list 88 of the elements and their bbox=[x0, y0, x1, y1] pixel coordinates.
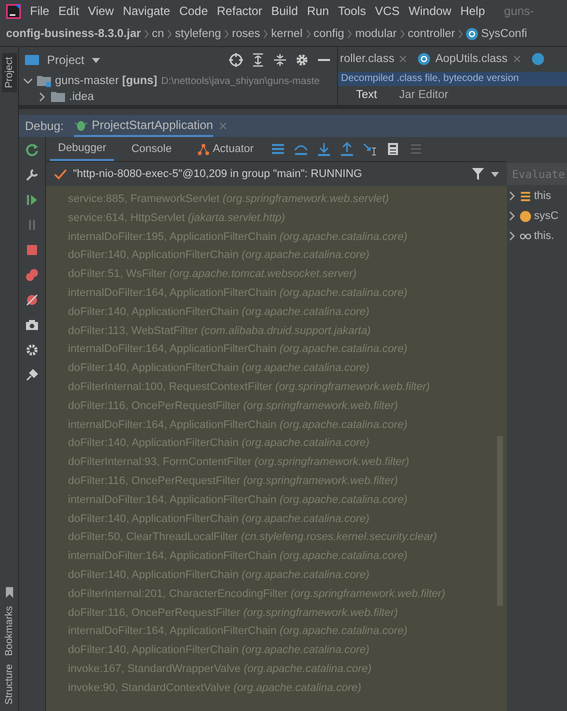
debugger-tab[interactable]: Debugger bbox=[50, 137, 114, 161]
debugger-tab[interactable]: Actuator bbox=[188, 137, 262, 161]
app-logo-icon bbox=[6, 4, 21, 18]
dropdown-icon[interactable] bbox=[491, 172, 499, 176]
class-icon bbox=[532, 53, 544, 66]
breadcrumb-item[interactable]: kernel bbox=[271, 28, 302, 40]
menu-item[interactable]: VCS bbox=[374, 4, 400, 18]
side-tab[interactable]: Bookmarks bbox=[4, 606, 14, 656]
tree-item[interactable]: .idea bbox=[69, 91, 94, 103]
chevron-icon[interactable] bbox=[23, 78, 33, 84]
rerun-icon[interactable] bbox=[25, 143, 39, 157]
thread-selector[interactable]: "http-nio-8080-exec-5"@10,209 in group "main": RUNNING bbox=[73, 168, 362, 180]
menu-item[interactable]: Code bbox=[179, 4, 208, 18]
breadcrumb-item[interactable]: modular bbox=[355, 28, 397, 40]
variable-name[interactable]: this. bbox=[534, 230, 554, 242]
close-icon[interactable] bbox=[399, 55, 408, 64]
chevron-icon bbox=[347, 29, 352, 39]
breadcrumb-item[interactable]: config-business-8.3.0.jar bbox=[6, 28, 141, 40]
menu-item[interactable]: Run bbox=[306, 4, 329, 18]
chevron-icon bbox=[144, 29, 149, 39]
step-into-icon[interactable] bbox=[316, 142, 331, 156]
bookmark-icon bbox=[4, 587, 14, 598]
menu-item[interactable]: Refactor bbox=[216, 4, 262, 18]
chevron-icon bbox=[167, 29, 172, 39]
chevron-icon[interactable] bbox=[39, 92, 45, 102]
window-title: guns- bbox=[504, 4, 534, 18]
breakpoints-icon[interactable] bbox=[25, 268, 39, 282]
menu-item[interactable]: Build bbox=[271, 4, 298, 18]
resume-icon[interactable] bbox=[25, 193, 39, 207]
menu-item[interactable]: Window bbox=[408, 4, 452, 18]
menu-item[interactable]: File bbox=[30, 4, 50, 18]
breadcrumb-item[interactable]: roses bbox=[232, 28, 260, 40]
collapse-all-icon[interactable] bbox=[273, 53, 287, 67]
filter-icon[interactable] bbox=[471, 167, 485, 181]
run-config-tab[interactable]: ProjectStartApplication bbox=[74, 115, 214, 137]
chevron-icon bbox=[306, 29, 310, 39]
editor-tab[interactable]: AopUtils.class bbox=[435, 53, 508, 66]
breadcrumb-item[interactable]: config bbox=[314, 28, 344, 40]
panel-title[interactable]: Project bbox=[47, 53, 84, 67]
check-icon bbox=[54, 168, 67, 180]
target-icon[interactable] bbox=[229, 53, 243, 67]
object-icon bbox=[520, 210, 531, 222]
chevron-icon bbox=[224, 29, 230, 39]
debugger-tab[interactable]: Console bbox=[123, 137, 180, 161]
camera-icon[interactable] bbox=[25, 318, 39, 332]
settings-icon[interactable] bbox=[295, 53, 309, 67]
folder-path: D:\nettools\java_shiyan\guns-maste bbox=[161, 76, 320, 86]
folder-icon bbox=[51, 91, 65, 103]
side-tab[interactable]: Structure bbox=[4, 664, 14, 705]
nodes-icon bbox=[196, 142, 210, 156]
glasses-icon bbox=[520, 230, 531, 242]
menu-item[interactable]: Tools bbox=[338, 4, 366, 18]
run-to-cursor-icon[interactable] bbox=[362, 142, 377, 156]
dropdown-icon[interactable] bbox=[92, 58, 100, 62]
breadcrumb-item[interactable]: stylefeng bbox=[175, 28, 222, 40]
wrench-icon[interactable] bbox=[25, 168, 39, 182]
expand-all-icon[interactable] bbox=[251, 53, 265, 67]
class-icon bbox=[418, 53, 430, 66]
module-folder-icon bbox=[37, 75, 51, 87]
class-icon bbox=[466, 28, 478, 40]
chevron-icon bbox=[263, 29, 268, 39]
variable-name[interactable]: sysC bbox=[534, 210, 558, 222]
folder-icon bbox=[25, 54, 39, 66]
field-icon bbox=[520, 190, 531, 202]
breadcrumb-item[interactable]: SysConfi bbox=[481, 28, 528, 40]
settings-icon[interactable] bbox=[25, 343, 39, 357]
editor-tab[interactable]: Text bbox=[356, 89, 378, 102]
breadcrumb-item[interactable]: cn bbox=[152, 28, 164, 40]
editor-tab[interactable]: roller.class bbox=[340, 53, 394, 66]
chevron-icon bbox=[458, 29, 464, 39]
decompiled-notice: Decompiled .class file, bytecode version bbox=[341, 72, 519, 84]
debug-label: Debug: bbox=[25, 119, 64, 133]
mute-breakpoints-icon[interactable] bbox=[25, 293, 39, 307]
editor-tab[interactable]: Jar Editor bbox=[399, 89, 448, 102]
menu-item[interactable]: View bbox=[88, 4, 114, 18]
menu-item[interactable]: Navigate bbox=[122, 4, 170, 18]
menu-item[interactable]: Help bbox=[460, 4, 486, 18]
step-out-icon[interactable] bbox=[340, 142, 354, 156]
chevron-icon bbox=[400, 29, 405, 39]
bug-icon bbox=[74, 118, 88, 132]
variable-name[interactable]: this bbox=[534, 190, 552, 202]
stop-icon[interactable] bbox=[25, 243, 39, 257]
side-tab[interactable]: Project bbox=[2, 53, 16, 92]
tree-item[interactable]: guns-master [guns] bbox=[55, 75, 158, 87]
close-icon[interactable] bbox=[512, 55, 521, 64]
breadcrumb-item[interactable]: controller bbox=[408, 28, 456, 40]
menu-item[interactable]: Edit bbox=[58, 4, 80, 18]
menu-icon[interactable] bbox=[270, 142, 285, 156]
